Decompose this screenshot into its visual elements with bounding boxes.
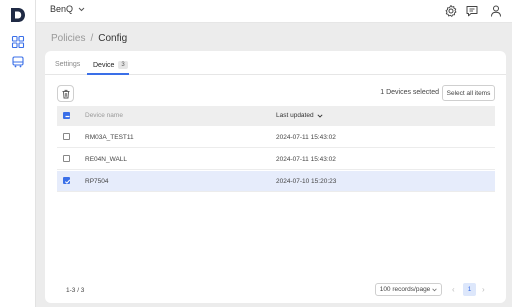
bus-icon[interactable] [11, 55, 25, 69]
table-row[interactable]: RE04N_WALL 2024-07-11 15:43:02 [57, 149, 495, 170]
tab-settings[interactable]: Settings [55, 61, 80, 68]
tab-settings-label: Settings [55, 61, 81, 68]
table-row[interactable]: RM03A_TEST11 2024-07-11 15:43:02 [57, 127, 495, 148]
workspace-name: BenQ [50, 4, 74, 14]
workspace-switcher[interactable]: BenQ [50, 4, 85, 14]
next-page-icon[interactable]: › [482, 285, 485, 294]
breadcrumb: Policies / Config [51, 33, 127, 44]
select-all-checkbox[interactable] [63, 112, 70, 119]
last-updated-cell: 2024-07-11 15:43:02 [276, 134, 336, 141]
gear-icon[interactable] [444, 4, 458, 18]
sidebar [0, 0, 36, 307]
last-updated-cell: 2024-07-10 15:20:23 [276, 178, 337, 185]
chat-icon[interactable] [465, 4, 479, 18]
app-logo [11, 8, 25, 22]
page-title: Config [98, 33, 128, 44]
trash-icon [62, 89, 69, 98]
dashboard-icon[interactable] [11, 35, 25, 49]
minus-icon [65, 115, 70, 118]
tab-device[interactable]: Device 3 [93, 61, 128, 69]
device-count-badge: 3 [118, 61, 128, 69]
column-header-device-name: Device name [85, 112, 123, 119]
page-size-select[interactable]: 100 records/page [375, 283, 442, 296]
row-checkbox[interactable] [63, 155, 70, 162]
breadcrumb-separator: / [90, 33, 94, 44]
column-header-last-updated[interactable]: Last updated [276, 112, 323, 119]
row-checkbox[interactable] [63, 133, 70, 140]
pagination-range: 1-3 / 3 [66, 287, 85, 294]
device-name-cell: RE04N_WALL [85, 156, 128, 163]
active-tab-indicator [87, 73, 129, 75]
row-checkbox[interactable] [63, 177, 71, 184]
tab-bar: Settings Device 3 [45, 51, 506, 75]
prev-page-icon[interactable]: ‹ [452, 285, 455, 294]
delete-button[interactable] [57, 85, 74, 102]
breadcrumb-parent[interactable]: Policies [51, 33, 85, 44]
select-all-button[interactable]: Select all items [442, 85, 495, 101]
selection-count: 1 Devices selected [380, 89, 439, 96]
page-number-button[interactable]: 1 [463, 283, 476, 296]
device-name-cell: RM03A_TEST11 [85, 134, 134, 141]
table-header: Device name Last updated [57, 106, 495, 126]
page-size-value: 100 records/page [379, 286, 431, 293]
user-icon[interactable] [489, 4, 503, 18]
table-row[interactable]: RP7504 2024-07-10 15:20:23 [57, 171, 495, 192]
check-icon [64, 179, 71, 184]
tab-device-label: Device [93, 61, 115, 69]
device-name-cell: RP7504 [85, 178, 109, 185]
last-updated-cell: 2024-07-11 15:43:02 [276, 156, 336, 163]
column-header-last-updated-label: Last updated [276, 112, 314, 119]
top-bar: BenQ [36, 0, 512, 23]
sort-chevron-icon [317, 113, 323, 118]
chevron-down-icon [432, 288, 437, 291]
content-card: Settings Device 3 1 Devices selected Sel… [45, 51, 506, 303]
chevron-down-icon [78, 7, 85, 11]
